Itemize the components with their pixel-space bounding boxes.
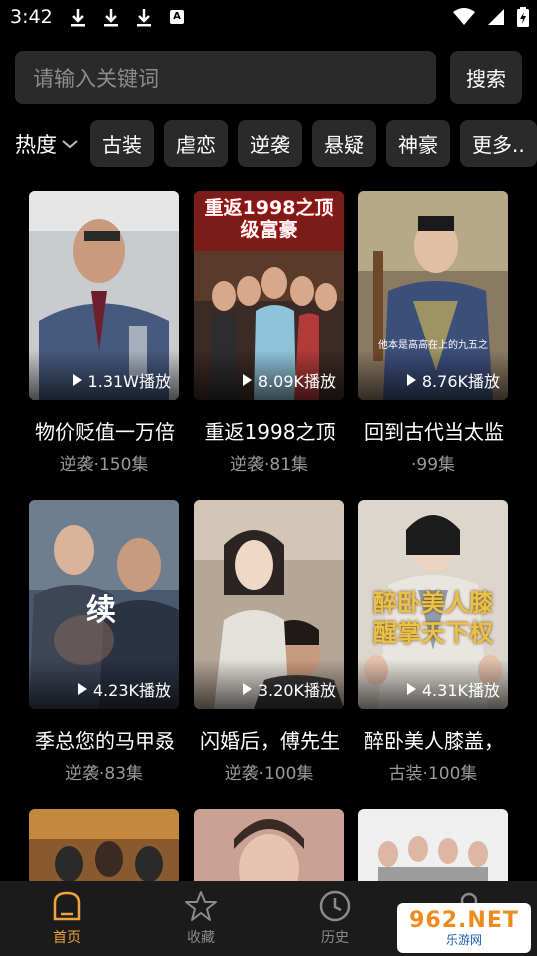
drama-poster[interactable]: 重返1998之顶级富豪 8.09K播放 xyxy=(194,191,344,400)
drama-meta: ·99集 xyxy=(410,455,456,475)
chip-xuanyi[interactable]: 悬疑 xyxy=(312,120,376,167)
star-icon xyxy=(185,891,217,921)
play-count: 3.20K播放 xyxy=(242,677,336,701)
drama-poster[interactable]: 3.20K播放 xyxy=(194,500,344,709)
play-count: 8.76K播放 xyxy=(406,368,500,392)
font-badge-icon: A xyxy=(170,10,184,24)
download-icon xyxy=(104,9,118,27)
poster-image xyxy=(29,809,179,881)
nav-label: 历史 xyxy=(321,930,349,946)
poster-title-text: 续 xyxy=(86,593,116,628)
play-count: 8.09K播放 xyxy=(242,368,336,392)
signal-icon xyxy=(488,9,504,25)
nav-label: 首页 xyxy=(53,930,81,946)
play-icon xyxy=(242,374,252,386)
chip-more[interactable]: 更多.. xyxy=(460,120,537,167)
drama-title[interactable]: 醉卧美人膝盖， xyxy=(354,725,514,754)
drama-title[interactable]: 季总您的马甲叒 xyxy=(25,725,185,754)
nav-label: 收藏 xyxy=(187,930,215,946)
status-time: 3:42 xyxy=(10,6,53,28)
chip-guzhuang[interactable]: 古装 xyxy=(90,120,154,167)
drama-poster[interactable]: 他本是高高在上的九五之 8.76K播放 xyxy=(358,191,508,400)
drama-poster-partial[interactable] xyxy=(358,809,508,881)
play-count: 1.31W播放 xyxy=(72,368,171,392)
search-box[interactable] xyxy=(15,51,436,106)
drama-title[interactable]: 重返1998之顶 xyxy=(190,416,350,445)
play-count-text: 1.31W播放 xyxy=(87,372,171,391)
category-chips: 古装 虐恋 逆袭 悬疑 神豪 更多.. xyxy=(90,120,537,167)
play-icon xyxy=(242,683,252,695)
poster-image xyxy=(194,809,344,881)
drama-title[interactable]: 闪婚后，傅先生 xyxy=(190,725,350,754)
wifi-icon xyxy=(453,8,475,25)
nav-favorites[interactable]: 收藏 xyxy=(161,881,241,956)
status-icons xyxy=(453,6,529,28)
drama-meta: 古装·100集 xyxy=(388,764,478,784)
play-count-text: 4.23K播放 xyxy=(92,681,171,700)
play-icon xyxy=(77,683,87,695)
chevron-down-icon xyxy=(62,140,78,149)
play-icon xyxy=(406,374,416,386)
clock-icon xyxy=(319,890,351,922)
sort-label: 热度 xyxy=(15,133,57,157)
chip-nuelian[interactable]: 虐恋 xyxy=(164,120,228,167)
chip-nixi[interactable]: 逆袭 xyxy=(238,120,302,167)
play-count-text: 8.76K播放 xyxy=(421,372,500,391)
drama-meta: 逆袭·83集 xyxy=(64,764,144,784)
drama-title[interactable]: 回到古代当太监 xyxy=(354,416,514,445)
download-icon xyxy=(71,9,85,27)
site-watermark: 962.NET 乐游网 xyxy=(397,903,531,953)
drama-meta: 逆袭·100集 xyxy=(224,764,314,784)
watermark-bottom: 乐游网 xyxy=(445,933,482,947)
play-icon xyxy=(406,683,416,695)
sort-dropdown[interactable]: 热度 xyxy=(15,122,79,166)
nav-home[interactable]: 首页 xyxy=(27,881,107,956)
play-count: 4.31K播放 xyxy=(406,677,500,701)
play-icon xyxy=(72,374,82,386)
play-count-text: 3.20K播放 xyxy=(257,681,336,700)
chip-shenhao[interactable]: 神豪 xyxy=(386,120,450,167)
poster-title-text: 醉卧美人膝 醒掌天下权 xyxy=(373,589,493,647)
play-count: 4.23K播放 xyxy=(77,677,171,701)
drama-poster-partial[interactable] xyxy=(194,809,344,881)
download-icon xyxy=(137,9,151,27)
drama-poster[interactable]: 醉卧美人膝 醒掌天下权 4.31K播放 xyxy=(358,500,508,709)
drama-poster[interactable]: 1.31W播放 xyxy=(29,191,179,400)
poster-title-text: 重返1998之顶级富豪 xyxy=(204,197,334,241)
battery-icon xyxy=(517,7,529,27)
drama-meta: 逆袭·81集 xyxy=(229,455,309,475)
play-count-text: 8.09K播放 xyxy=(257,372,336,391)
drama-poster[interactable]: 续 4.23K播放 xyxy=(29,500,179,709)
nav-history[interactable]: 历史 xyxy=(295,881,375,956)
drama-title[interactable]: 物价贬值一万倍 xyxy=(25,416,185,445)
watermark-top: 962.NET xyxy=(409,908,519,933)
search-input[interactable] xyxy=(31,51,425,106)
home-icon xyxy=(53,891,81,921)
status-bar: 3:42 A xyxy=(0,0,537,36)
drama-meta: 逆袭·150集 xyxy=(59,455,149,475)
poster-subtitle-text: 他本是高高在上的九五之 xyxy=(378,340,488,351)
search-button[interactable]: 搜索 xyxy=(450,51,522,104)
drama-poster-partial[interactable] xyxy=(29,809,179,881)
play-count-text: 4.31K播放 xyxy=(421,681,500,700)
poster-image xyxy=(358,809,508,881)
